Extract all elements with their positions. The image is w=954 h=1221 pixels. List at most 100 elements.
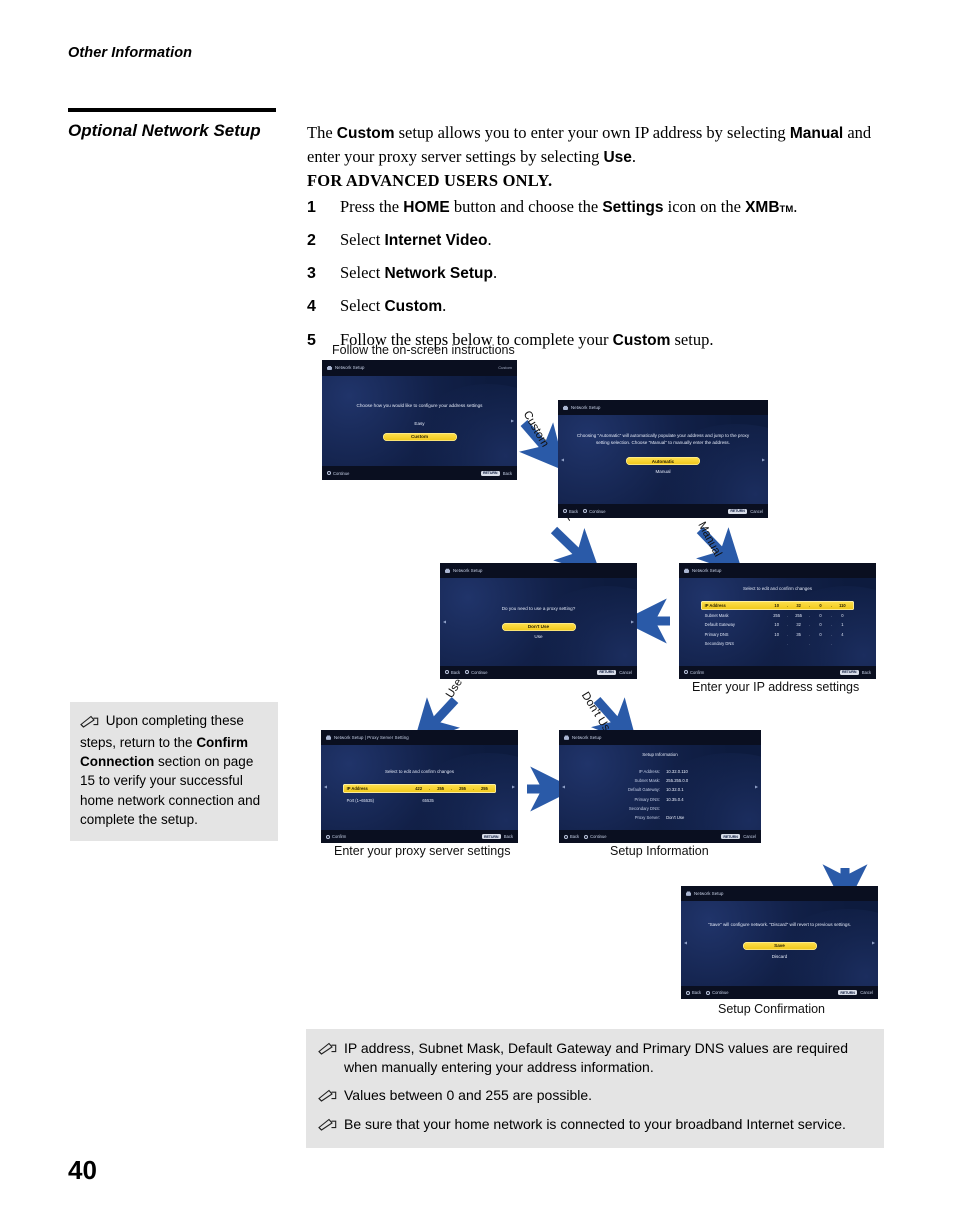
option-automatic-selected[interactable]: Automatic <box>626 457 700 466</box>
note-3-text: Be sure that your home network is connec… <box>344 1115 846 1132</box>
proxy-settings-table: IP Address 422. 255. 255. 255 <box>342 783 497 794</box>
screen-title: Network Setup <box>453 568 483 574</box>
option-custom-selected[interactable]: Custom <box>382 432 457 441</box>
footer-back-label: Back <box>503 834 513 839</box>
button-dot-icon-2 <box>706 990 711 995</box>
return-keycap: RETURN <box>727 508 748 514</box>
step-1-mid: button and choose the <box>449 197 603 216</box>
screen-title: Network Setup <box>335 365 365 371</box>
octet-sep: . <box>830 641 833 647</box>
info-key: Default Gateway: <box>627 787 661 793</box>
button-dot-icon <box>684 670 688 675</box>
footer-continue-label: Continue <box>590 834 607 839</box>
step-1-settings: Settings <box>602 199 664 216</box>
arrow-label-manual: Manual <box>695 520 724 559</box>
screen-title: Network Setup <box>692 568 722 574</box>
octet-2: 35 <box>796 631 801 637</box>
screen-heading: Select to edit and confirm changes <box>742 585 813 591</box>
caption-ip-settings: Enter your IP address settings <box>692 680 860 694</box>
return-keycap: RETURN <box>481 834 501 839</box>
footer-continue[interactable]: Continue <box>706 990 729 995</box>
arrow-label-use: Use <box>444 676 466 701</box>
row-label: Primary DNS <box>704 631 729 637</box>
intro-line2-end: . <box>631 147 637 166</box>
row-label: Default Gateway <box>704 622 735 628</box>
screen-body: ◂ ▸ Do you need to use a proxy setting? … <box>440 578 637 666</box>
option-use[interactable]: Use <box>534 634 542 639</box>
note-1: IP address, Subnet Mask, Default Gateway… <box>318 1039 872 1078</box>
option-discard[interactable]: Discard <box>772 954 788 959</box>
screen-ip-address-settings: Network Setup Select to edit and confirm… <box>679 563 876 679</box>
trademark-mark: TM <box>779 204 794 215</box>
table-row[interactable]: Primary DNS 10. 35. 0. 4 <box>701 629 855 639</box>
intro-manual-bold: Manual <box>789 125 844 142</box>
intro-advanced-warning: FOR ADVANCED USERS ONLY. <box>307 171 553 190</box>
return-keycap: RETURN <box>596 669 617 675</box>
screen-prompt: "Save" will configure network. "Discard"… <box>707 922 852 928</box>
port-value: 65535 <box>422 797 434 803</box>
table-row[interactable]: Subnet Mask 255. 255. 0. 0 <box>701 610 855 620</box>
octet-sep: . <box>808 631 811 637</box>
note-pen-icon <box>318 1115 344 1136</box>
nav-right-arrow-icon[interactable]: ▸ <box>631 618 634 625</box>
footer-confirm[interactable]: Confirm <box>684 670 704 675</box>
screen-footer: Back Continue RETURN Cancel <box>559 830 761 843</box>
footer-continue[interactable]: Continue <box>465 670 488 675</box>
footer-continue[interactable]: Continue <box>584 834 607 839</box>
running-head: Other Information <box>68 45 193 61</box>
proxy-port-row[interactable]: Port (1~65535) 65535 <box>347 798 493 803</box>
footer-right: RETURN Back <box>480 470 512 476</box>
octet-sep: . <box>472 786 475 792</box>
nav-left-arrow-icon[interactable]: ◂ <box>684 940 687 947</box>
info-value: 10.35.0.4 <box>666 796 684 802</box>
nav-right-arrow-icon[interactable]: ▸ <box>511 417 514 424</box>
table-row[interactable]: IP Address 10. 32. 0. 110 <box>700 600 855 611</box>
option-save-selected[interactable]: Save <box>742 941 817 950</box>
footer-continue-label: Continue <box>712 990 729 995</box>
table-row[interactable]: Default Gateway 10. 32. 0. 1 <box>701 620 855 630</box>
octet-2: 255 <box>795 612 803 618</box>
nav-right-arrow-icon[interactable]: ▸ <box>872 940 875 947</box>
network-setup-icon <box>686 891 691 896</box>
screen-titlebar: Network Setup Custom <box>322 360 517 376</box>
nav-right-arrow-icon[interactable]: ▸ <box>755 784 758 791</box>
footer-back[interactable]: Back <box>686 990 701 995</box>
option-dont-use-selected[interactable]: Don't Use <box>501 622 576 631</box>
footer-continue[interactable]: Continue <box>327 471 349 476</box>
octet-3: 0 <box>819 622 822 628</box>
footer-back[interactable]: Back <box>564 834 579 839</box>
footer-cancel-label: Cancel <box>619 669 632 675</box>
step-4-text: Select Custom. <box>340 295 446 317</box>
nav-left-arrow-icon[interactable]: ◂ <box>562 784 565 791</box>
footer-continue[interactable]: Continue <box>583 509 606 514</box>
step-1-post: . <box>793 197 798 216</box>
octet-sep: . <box>787 641 789 647</box>
nav-left-arrow-icon[interactable]: ◂ <box>324 784 327 791</box>
footer-confirm[interactable]: Confirm <box>326 834 346 839</box>
side-note-box: Upon completing these steps, return to t… <box>70 702 278 841</box>
table-row[interactable]: Secondary DNS . . . <box>701 639 855 649</box>
nav-left-arrow-icon[interactable]: ◂ <box>561 456 564 463</box>
octet-4: 255 <box>481 786 488 792</box>
table-row[interactable]: IP Address 422. 255. 255. 255 <box>342 783 497 794</box>
option-easy[interactable]: Easy <box>414 421 424 426</box>
footer-back[interactable]: Back <box>563 509 578 514</box>
footer-back-label: Back <box>692 990 702 995</box>
step-4-bold: Custom <box>384 298 443 316</box>
note-2: Values between 0 and 255 are possible. <box>318 1086 872 1107</box>
note-3: Be sure that your home network is connec… <box>318 1115 872 1136</box>
intro-custom-bold: Custom <box>336 125 395 142</box>
return-keycap: RETURN <box>720 834 741 839</box>
footer-back[interactable]: Back <box>445 670 460 675</box>
nav-left-arrow-icon[interactable]: ◂ <box>443 618 446 625</box>
option-manual[interactable]: Manual <box>655 469 670 474</box>
note-1-text: IP address, Subnet Mask, Default Gateway… <box>344 1040 848 1076</box>
intro-line1-post: setup allows you to enter your own IP ad… <box>394 123 786 142</box>
footer-confirm-label: Confirm <box>332 834 347 839</box>
screen-setup-confirmation: Network Setup ◂ ▸ "Save" will configure … <box>681 886 878 999</box>
step-1-pre: Press the <box>340 197 404 216</box>
footer-back-label: Back <box>570 834 580 839</box>
nav-right-arrow-icon[interactable]: ▸ <box>512 784 515 791</box>
nav-right-arrow-icon[interactable]: ▸ <box>762 456 765 463</box>
button-dot-icon <box>327 471 331 476</box>
